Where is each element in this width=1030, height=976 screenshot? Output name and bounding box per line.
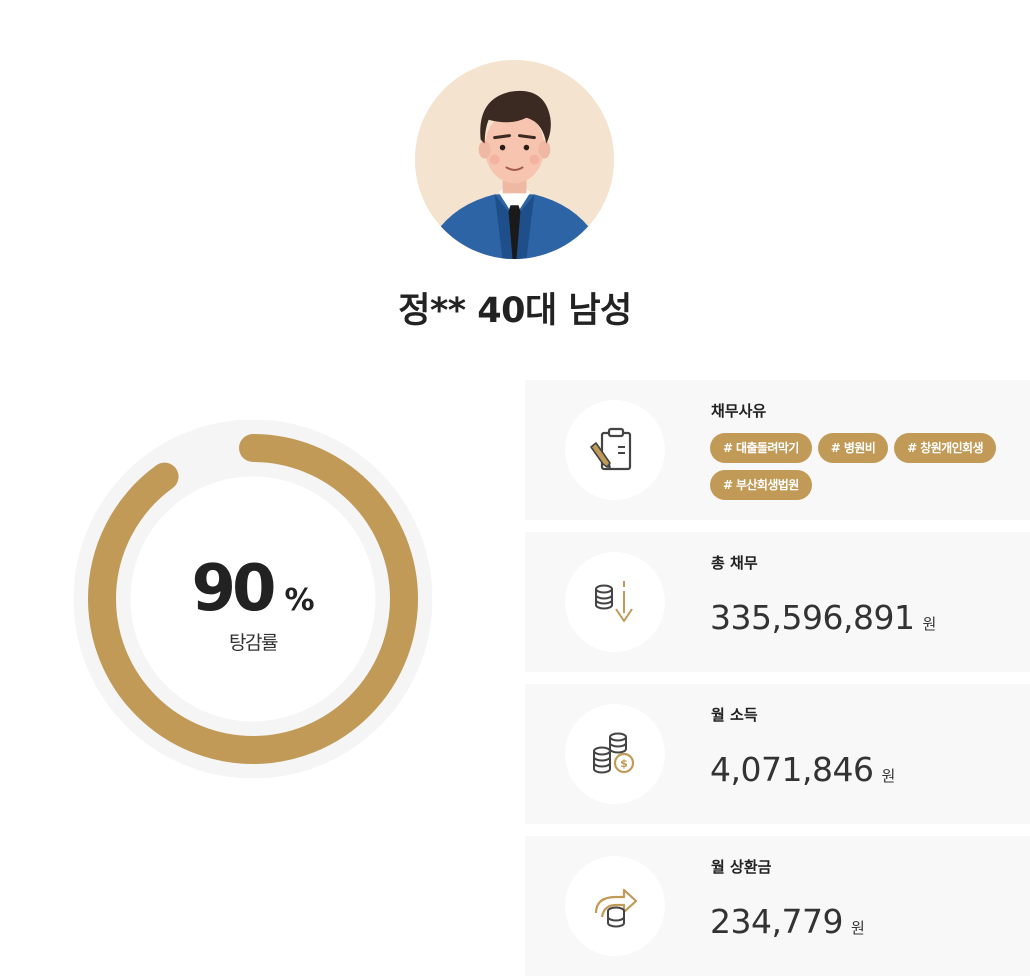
ring-center: 90% 탕감률 xyxy=(74,552,432,655)
reduction-label: 탕감률 xyxy=(229,632,278,654)
avatar xyxy=(415,60,614,259)
coin-stacks-icon: $ xyxy=(565,704,665,804)
amount-value: 4,071,846 xyxy=(710,750,874,789)
svg-text:$: $ xyxy=(620,757,628,770)
reason-tag: # 대출돌려막기 xyxy=(710,433,812,463)
reason-tag: # 병원비 xyxy=(817,433,889,463)
avatar-illustration xyxy=(415,60,614,259)
card-monthly-payment: 월 상환금 234,779 원 xyxy=(525,836,1030,976)
reason-tag: # 부산회생법원 xyxy=(710,470,812,500)
amount-unit: 원 xyxy=(881,767,896,785)
card-debt-reason: 채무사유 # 대출돌려막기 # 병원비 # 창원개인회생 # 부산회생법원 xyxy=(525,380,1030,520)
client-name: 정** 40대 남성 xyxy=(398,291,632,331)
card-total-debt: 총 채무 335,596,891 원 xyxy=(525,532,1030,672)
card-title: 월 소득 xyxy=(711,706,758,724)
reason-tags: # 대출돌려막기 # 병원비 # 창원개인회생 # 부산회생법원 xyxy=(710,433,1030,507)
reduction-unit: % xyxy=(284,583,315,618)
card-monthly-income: $ 월 소득 4,071,846 원 xyxy=(525,684,1030,824)
card-title: 채무사유 xyxy=(711,402,767,420)
total-debt-amount: 335,596,891 원 xyxy=(710,598,936,637)
reduction-value: 90 xyxy=(191,552,276,626)
amount-value: 335,596,891 xyxy=(710,598,915,637)
card-title: 총 채무 xyxy=(711,554,758,572)
clipboard-pencil-icon xyxy=(565,400,665,500)
monthly-payment-amount: 234,779 원 xyxy=(710,902,865,941)
monthly-income-amount: 4,071,846 원 xyxy=(710,750,895,789)
amount-unit: 원 xyxy=(922,615,937,633)
reduction-ring: 90% 탕감률 xyxy=(74,420,432,778)
card-title: 월 상환금 xyxy=(711,858,772,876)
reason-tag: # 창원개인회생 xyxy=(894,433,996,463)
coins-arrow-down-icon xyxy=(565,552,665,652)
coins-exchange-arrow-icon xyxy=(565,856,665,956)
amount-value: 234,779 xyxy=(710,902,843,941)
amount-unit: 원 xyxy=(850,919,865,937)
